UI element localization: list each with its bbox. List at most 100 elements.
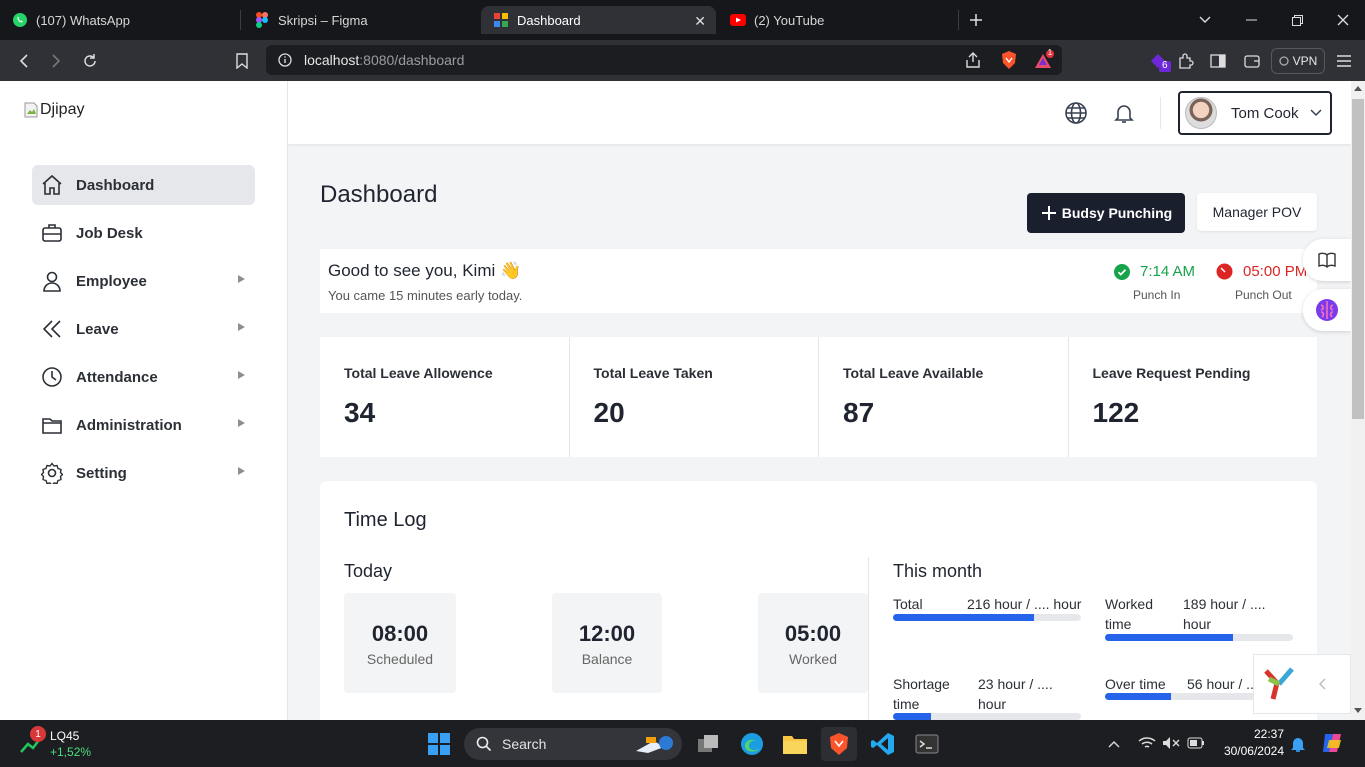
- taskbar-search[interactable]: Search: [464, 728, 682, 760]
- sidebar-item-label: Employee: [76, 272, 147, 290]
- sidebar-item-leave[interactable]: Leave: [32, 309, 255, 349]
- sidebar-item-job-desk[interactable]: Job Desk: [32, 213, 255, 253]
- start-button[interactable]: [421, 727, 457, 761]
- header-divider: [1160, 97, 1161, 129]
- tab-youtube[interactable]: (2) YouTube: [730, 6, 950, 34]
- scroll-down-arrow[interactable]: [1354, 708, 1362, 713]
- month-progress-total: [893, 614, 1081, 621]
- reader-mode-button[interactable]: [1303, 239, 1351, 281]
- stock-widget[interactable]: 1 LQ45 +1,52%: [18, 726, 108, 762]
- share-icon[interactable]: [964, 51, 982, 69]
- sidebar-item-dashboard[interactable]: Dashboard: [32, 165, 255, 205]
- chevron-down-icon: [1310, 109, 1322, 117]
- submenu-arrow-icon: [238, 371, 245, 379]
- sidebar-item-attendance[interactable]: Attendance: [32, 357, 255, 397]
- windows-taskbar: 1 LQ45 +1,52% Search 22:37 30/06/2024: [0, 720, 1365, 767]
- punch-in-time: 7:14 AM: [1114, 263, 1195, 280]
- sidebar-item-label: Attendance: [76, 368, 158, 386]
- scroll-thumb[interactable]: [1352, 99, 1364, 419]
- terminal-icon[interactable]: [909, 727, 945, 761]
- edge-icon[interactable]: [734, 727, 770, 761]
- today-value: 05:00: [784, 621, 842, 646]
- globe-icon[interactable]: [1064, 101, 1088, 125]
- today-value: 08:00: [371, 621, 429, 646]
- month-item-label: Over time: [1105, 676, 1166, 692]
- month-item-value: 23 hour / .... hour: [978, 676, 1053, 712]
- stock-change: +1,52%: [50, 745, 92, 759]
- month-item-label: Total: [893, 596, 923, 612]
- bookmark-icon[interactable]: [226, 40, 258, 81]
- submenu-arrow-icon: [238, 323, 245, 331]
- chevron-left-icon[interactable]: [1318, 678, 1326, 690]
- brave-shield-icon[interactable]: [1000, 50, 1018, 70]
- user-name: Tom Cook: [1231, 104, 1299, 122]
- brave-taskbar-icon[interactable]: [821, 727, 857, 761]
- sidebar-item-label: Administration: [76, 416, 182, 434]
- ai-assistant-button[interactable]: [1303, 289, 1351, 331]
- url-text[interactable]: localhost:8080/dashboard: [304, 52, 464, 68]
- logo-alt-text: Djipay: [40, 101, 85, 118]
- vpn-button[interactable]: VPN: [1271, 48, 1325, 74]
- tab-figma[interactable]: Skripsi – Figma: [254, 6, 474, 34]
- tab-dashboard[interactable]: Dashboard ✕: [481, 6, 716, 34]
- notification-bell-icon[interactable]: [1290, 735, 1306, 753]
- clock-time: 22:37: [1253, 727, 1284, 741]
- stat-label: Total Leave Allowence: [344, 365, 493, 381]
- system-clock[interactable]: 22:37 30/06/2024: [1216, 726, 1284, 760]
- vpn-status-icon: [1279, 56, 1289, 66]
- restore-button[interactable]: [1274, 0, 1320, 40]
- scroll-up-arrow[interactable]: [1354, 86, 1362, 91]
- site-info-icon[interactable]: [278, 53, 292, 67]
- bell-icon[interactable]: [1112, 101, 1136, 125]
- budsy-punching-button[interactable]: Budsy Punching: [1027, 193, 1185, 233]
- minimize-button[interactable]: [1228, 0, 1274, 40]
- new-tab-button[interactable]: [960, 0, 992, 40]
- tab-whatsapp[interactable]: (107) WhatsApp: [12, 6, 240, 34]
- chevron-up-icon[interactable]: [1108, 740, 1120, 748]
- rewards-badge: 1: [1047, 48, 1053, 57]
- sidebar-item-employee[interactable]: Employee: [32, 261, 255, 301]
- wallet-icon[interactable]: [1236, 40, 1268, 81]
- month-progress-worked: [1105, 634, 1293, 641]
- greeting-subtitle: You came 15 minutes early today.: [328, 288, 523, 303]
- today-value: 12:00: [578, 621, 636, 646]
- address-bar[interactable]: localhost:8080/dashboard 1: [266, 45, 1062, 75]
- reload-button[interactable]: [74, 40, 106, 81]
- close-icon[interactable]: ✕: [694, 13, 706, 30]
- punch-out-value: 05:00 PM: [1243, 263, 1308, 280]
- page-scrollbar[interactable]: [1351, 81, 1365, 720]
- book-icon: [1318, 252, 1336, 268]
- stat-label: Total Leave Taken: [593, 365, 713, 381]
- extensions-icon[interactable]: [1170, 40, 1202, 81]
- vscode-icon[interactable]: [865, 727, 901, 761]
- tab-label: Dashboard: [517, 12, 581, 28]
- sidebar-toggle-icon[interactable]: [1202, 40, 1234, 81]
- menu-icon[interactable]: [1328, 40, 1360, 81]
- search-highlight-icon: [632, 733, 676, 755]
- avatar: [1185, 97, 1217, 129]
- time-log-title: Time Log: [344, 509, 427, 531]
- manager-pov-button[interactable]: Manager POV: [1197, 193, 1317, 231]
- volume-muted-icon[interactable]: [1162, 736, 1180, 750]
- sidebar: Djipay Dashboard Job Desk Employee Leave…: [0, 81, 288, 720]
- today-title: Today: [344, 561, 393, 581]
- debug-toolbar[interactable]: [1253, 654, 1351, 714]
- file-explorer-icon[interactable]: [777, 727, 813, 761]
- today-box-scheduled: 08:00 Scheduled: [344, 593, 456, 693]
- close-window-button[interactable]: [1320, 0, 1365, 40]
- battery-icon[interactable]: [1187, 737, 1205, 749]
- progress-fill: [1105, 634, 1233, 641]
- task-view-icon[interactable]: [690, 727, 726, 761]
- logo[interactable]: Djipay: [24, 101, 84, 119]
- gear-icon: [40, 461, 64, 485]
- sidebar-item-administration[interactable]: Administration: [32, 405, 255, 445]
- brave-rewards-icon[interactable]: 1: [1034, 48, 1056, 70]
- copilot-icon[interactable]: [1321, 732, 1345, 754]
- user-menu[interactable]: Tom Cook: [1178, 91, 1332, 135]
- forward-button[interactable]: [40, 40, 72, 81]
- leave-stats: Total Leave Allowence 34 Total Leave Tak…: [320, 337, 1317, 457]
- back-button[interactable]: [8, 40, 40, 81]
- sidebar-item-setting[interactable]: Setting: [32, 453, 255, 493]
- tab-list-chevron-icon[interactable]: [1182, 0, 1228, 40]
- wifi-icon[interactable]: [1138, 736, 1156, 750]
